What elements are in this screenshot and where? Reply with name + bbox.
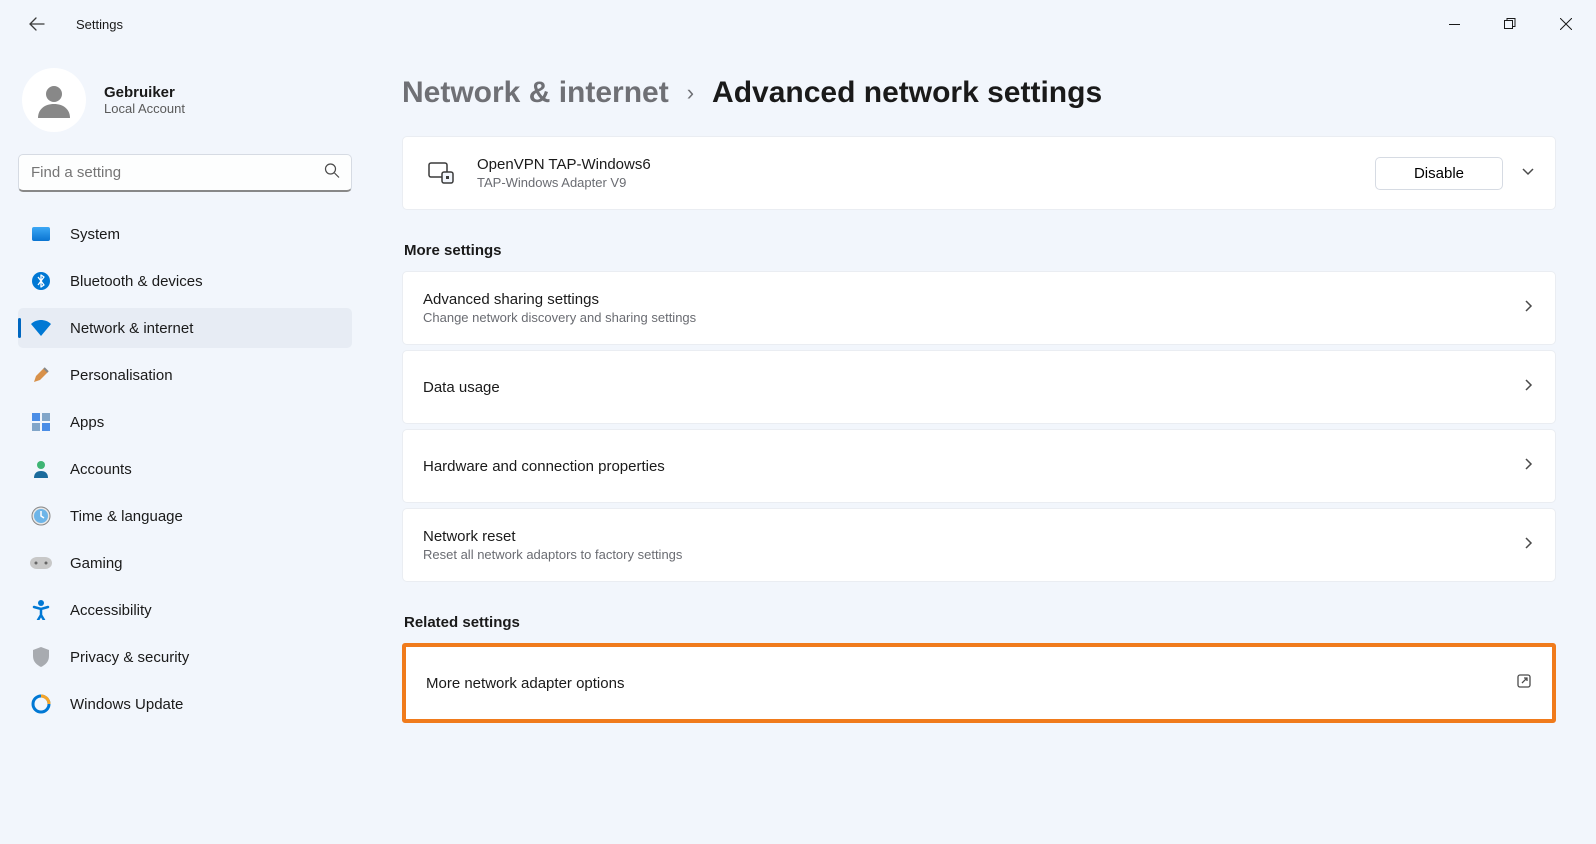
paint-icon <box>30 364 52 386</box>
minimize-icon <box>1449 19 1460 30</box>
card-title: Advanced sharing settings <box>423 291 1521 308</box>
nav-item-time-language[interactable]: Time & language <box>18 496 352 536</box>
section-related-settings: Related settings <box>404 614 1556 631</box>
ethernet-icon <box>423 162 459 184</box>
nav-label: Time & language <box>70 508 183 525</box>
person-icon <box>34 80 74 120</box>
wifi-icon <box>30 317 52 339</box>
nav-item-windows-update[interactable]: Windows Update <box>18 684 352 724</box>
chevron-right-icon <box>1521 378 1535 397</box>
nav-label: Network & internet <box>70 320 193 337</box>
breadcrumb-current: Advanced network settings <box>712 76 1102 110</box>
card-network-reset[interactable]: Network reset Reset all network adaptors… <box>402 508 1556 582</box>
nav-item-personalisation[interactable]: Personalisation <box>18 355 352 395</box>
chevron-right-icon <box>1521 536 1535 555</box>
section-more-settings: More settings <box>404 242 1556 259</box>
accounts-icon <box>30 458 52 480</box>
card-hardware-properties[interactable]: Hardware and connection properties <box>402 429 1556 503</box>
bluetooth-icon <box>30 270 52 292</box>
search-input[interactable] <box>18 154 352 192</box>
card-sub: Change network discovery and sharing set… <box>423 310 1521 325</box>
adapter-desc: TAP-Windows Adapter V9 <box>477 175 1375 190</box>
card-title: Hardware and connection properties <box>423 458 1521 475</box>
search-icon <box>324 163 340 184</box>
breadcrumb-parent[interactable]: Network & internet <box>402 76 669 110</box>
card-sub: Reset all network adaptors to factory se… <box>423 547 1521 562</box>
user-subtitle: Local Account <box>104 101 185 116</box>
card-title: Network reset <box>423 528 1521 545</box>
external-link-icon <box>1516 673 1532 694</box>
nav-label: Windows Update <box>70 696 183 713</box>
shield-icon <box>30 646 52 668</box>
chevron-down-icon <box>1521 164 1535 183</box>
apps-icon <box>30 411 52 433</box>
close-icon <box>1560 18 1572 30</box>
chevron-right-icon <box>1521 457 1535 476</box>
disable-button[interactable]: Disable <box>1375 157 1503 190</box>
nav-label: Privacy & security <box>70 649 189 666</box>
nav-label: Apps <box>70 414 104 431</box>
nav-item-gaming[interactable]: Gaming <box>18 543 352 583</box>
app-title: Settings <box>76 17 123 32</box>
adapter-name: OpenVPN TAP-Windows6 <box>477 156 1375 173</box>
nav-item-bluetooth[interactable]: Bluetooth & devices <box>18 261 352 301</box>
nav-label: Gaming <box>70 555 123 572</box>
avatar <box>22 68 86 132</box>
nav-label: Personalisation <box>70 367 173 384</box>
update-icon <box>30 693 52 715</box>
breadcrumb: Network & internet › Advanced network se… <box>402 76 1556 110</box>
close-button[interactable] <box>1538 4 1594 44</box>
gaming-icon <box>30 552 52 574</box>
accessibility-icon <box>30 599 52 621</box>
nav-label: System <box>70 226 120 243</box>
maximize-icon <box>1504 18 1516 30</box>
chevron-right-icon <box>1521 299 1535 318</box>
nav-item-privacy[interactable]: Privacy & security <box>18 637 352 677</box>
breadcrumb-separator: › <box>687 80 694 106</box>
nav-label: Bluetooth & devices <box>70 273 203 290</box>
maximize-button[interactable] <box>1482 4 1538 44</box>
arrow-left-icon <box>29 16 45 32</box>
back-button[interactable] <box>22 9 52 39</box>
card-advanced-sharing[interactable]: Advanced sharing settings Change network… <box>402 271 1556 345</box>
card-title: More network adapter options <box>426 675 1516 692</box>
card-data-usage[interactable]: Data usage <box>402 350 1556 424</box>
clock-icon <box>30 505 52 527</box>
system-icon <box>30 223 52 245</box>
nav-item-network[interactable]: Network & internet <box>18 308 352 348</box>
nav-item-apps[interactable]: Apps <box>18 402 352 442</box>
card-title: Data usage <box>423 379 1521 396</box>
user-name: Gebruiker <box>104 84 185 101</box>
minimize-button[interactable] <box>1426 4 1482 44</box>
user-profile[interactable]: Gebruiker Local Account <box>18 60 352 154</box>
nav-label: Accessibility <box>70 602 152 619</box>
nav-item-system[interactable]: System <box>18 214 352 254</box>
adapter-card[interactable]: OpenVPN TAP-Windows6 TAP-Windows Adapter… <box>402 136 1556 210</box>
nav-item-accessibility[interactable]: Accessibility <box>18 590 352 630</box>
nav-item-accounts[interactable]: Accounts <box>18 449 352 489</box>
card-more-adapter-options[interactable]: More network adapter options <box>402 643 1556 723</box>
nav-label: Accounts <box>70 461 132 478</box>
